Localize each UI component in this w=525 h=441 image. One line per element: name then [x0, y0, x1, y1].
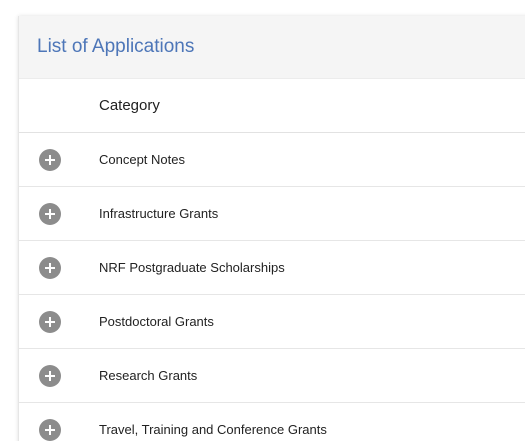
plus-circle-icon[interactable]: [39, 364, 61, 387]
applications-panel: List of Applications Category Concept No…: [18, 16, 525, 441]
row-label: Research Grants: [99, 368, 198, 383]
panel-title: List of Applications: [37, 36, 195, 57]
table-row[interactable]: NRF Postgraduate Scholarships: [19, 241, 525, 295]
plus-circle-icon[interactable]: [39, 202, 61, 225]
row-label: NRF Postgraduate Scholarships: [99, 260, 285, 275]
table-row[interactable]: Travel, Training and Conference Grants: [19, 403, 525, 441]
row-label: Postdoctoral Grants: [99, 314, 214, 329]
panel-header: List of Applications: [19, 16, 525, 79]
plus-circle-icon[interactable]: [39, 310, 61, 333]
row-label: Travel, Training and Conference Grants: [99, 422, 327, 437]
plus-circle-icon[interactable]: [39, 418, 61, 441]
plus-circle-icon[interactable]: [39, 148, 61, 171]
category-column-header: Category: [99, 97, 160, 114]
table-row[interactable]: Concept Notes: [19, 133, 525, 187]
table-row[interactable]: Research Grants: [19, 349, 525, 403]
table-row[interactable]: Postdoctoral Grants: [19, 295, 525, 349]
plus-circle-icon[interactable]: [39, 256, 61, 279]
row-label: Concept Notes: [99, 152, 185, 167]
table-row[interactable]: Infrastructure Grants: [19, 187, 525, 241]
page: List of Applications Category Concept No…: [0, 0, 525, 441]
table-header-row: Category: [19, 79, 525, 133]
row-label: Infrastructure Grants: [99, 206, 219, 221]
